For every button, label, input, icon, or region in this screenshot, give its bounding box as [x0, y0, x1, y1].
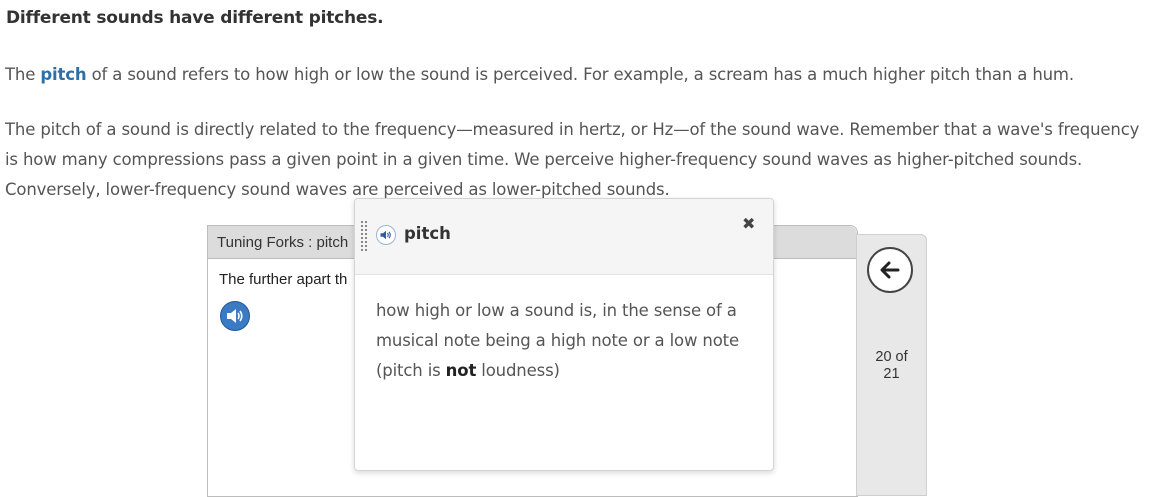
- popover-header: pitch ✖: [355, 199, 773, 275]
- close-icon[interactable]: ✖: [742, 214, 755, 233]
- drag-handle-icon[interactable]: [361, 221, 369, 255]
- paragraph-text-post: of a sound refers to how high or low the…: [86, 65, 1075, 84]
- popover-word: pitch: [404, 224, 451, 243]
- arrow-left-icon: [880, 261, 900, 279]
- speaker-icon: [380, 230, 391, 240]
- speaker-icon: [227, 309, 243, 323]
- popover-definition: how high or low a sound is, in the sense…: [376, 296, 761, 386]
- page-total: 21: [883, 366, 900, 382]
- page-counter: 20 of 21: [857, 349, 926, 383]
- definition-text-post: loudness): [476, 361, 560, 380]
- pitch-intro-paragraph: The pitch of a sound refers to how high …: [5, 60, 1145, 90]
- play-audio-button[interactable]: [220, 301, 250, 331]
- definition-emphasis: not: [445, 361, 477, 380]
- panel-text: The further apart th: [219, 271, 348, 288]
- page-current: 20 of: [875, 349, 908, 365]
- glossary-term-pitch[interactable]: pitch: [40, 65, 86, 84]
- page-nav-strip: 20 of 21: [856, 234, 927, 496]
- section-heading: Different sounds have different pitches.: [6, 8, 384, 28]
- back-button[interactable]: [867, 247, 913, 293]
- glossary-popover: pitch ✖ how high or low a sound is, in t…: [354, 198, 774, 471]
- paragraph-text-pre: The: [5, 65, 41, 84]
- pronounce-button[interactable]: [376, 225, 396, 245]
- panel-title: Tuning Forks : pitch: [217, 234, 349, 251]
- frequency-paragraph: The pitch of a sound is directly related…: [5, 120, 1140, 199]
